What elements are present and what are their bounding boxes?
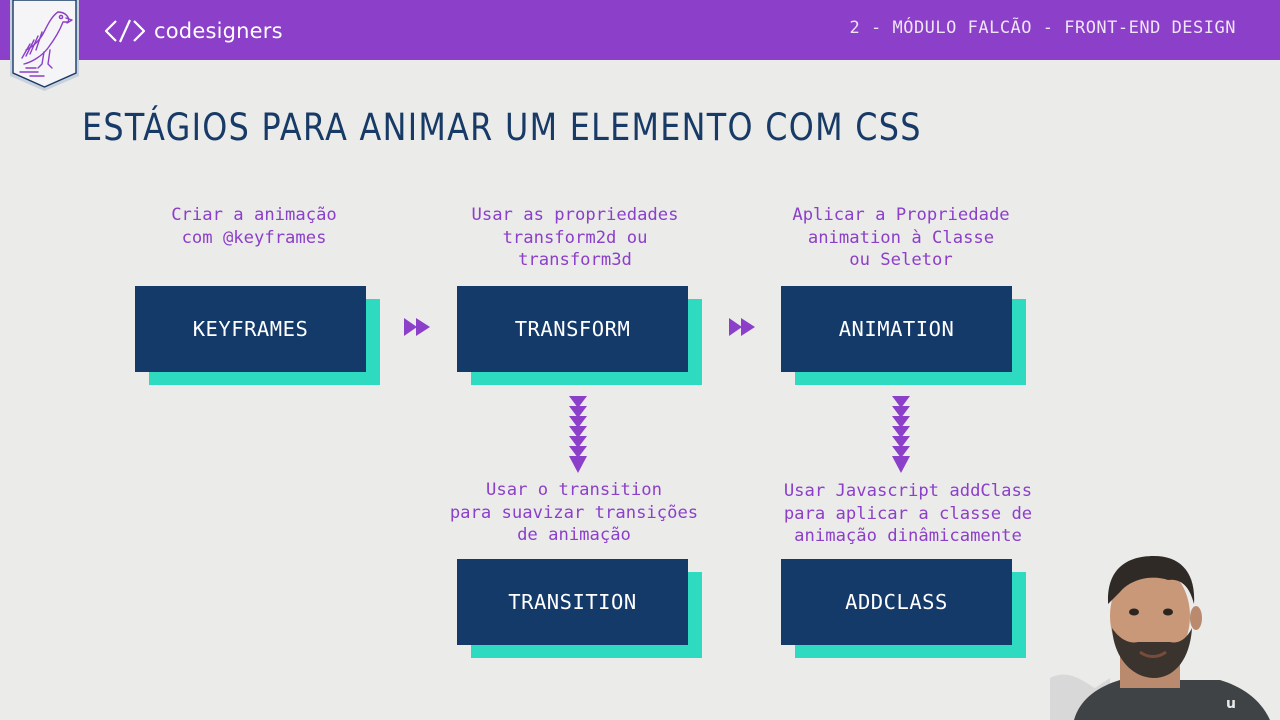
animation-stage: ANIMATION [781,286,1026,385]
addclass-stage: ADDCLASS [781,559,1026,658]
keyframes-stage-label: KEYFRAMES [135,286,366,372]
slide-title: ESTÁGIOS PARA ANIMAR UM ELEMENTO COM CSS [82,106,922,149]
double-chevron-right-icon [404,318,430,336]
brand-name: codesigners [154,19,283,43]
presenter-webcam: u [1050,556,1270,720]
double-chevron-right-icon [729,318,755,336]
transition-description: Usar o transition para suavizar transiçõ… [449,480,699,545]
keyframes-stage: KEYFRAMES [135,286,380,385]
chevron-stack-down-icon [892,396,910,473]
brand-logo: codesigners [104,16,283,46]
transform-stage-label: TRANSFORM [457,286,688,372]
module-title: 2 - MÓDULO FALCÃO - FRONT-END DESIGN [849,18,1236,38]
transform-description: Usar as propriedades transform2d ou tran… [471,205,679,270]
addclass-description: Usar Javascript addClass para aplicar a … [783,481,1033,546]
falcon-badge-icon [10,0,79,91]
transition-stage-label: TRANSITION [457,559,688,645]
animation-description: Aplicar a Propriedade animation à Classe… [792,205,1010,270]
keyframes-description: Criar a animação com @keyframes [171,205,337,248]
code-tag-icon [104,19,146,43]
chevron-stack-down-icon [569,396,587,473]
top-header-bar: codesigners 2 - MÓDULO FALCÃO - FRONT-EN… [0,0,1280,60]
transform-stage: TRANSFORM [457,286,702,385]
animation-stage-label: ANIMATION [781,286,1012,372]
addclass-stage-label: ADDCLASS [781,559,1012,645]
svg-text:u: u [1226,696,1236,712]
transition-stage: TRANSITION [457,559,702,658]
